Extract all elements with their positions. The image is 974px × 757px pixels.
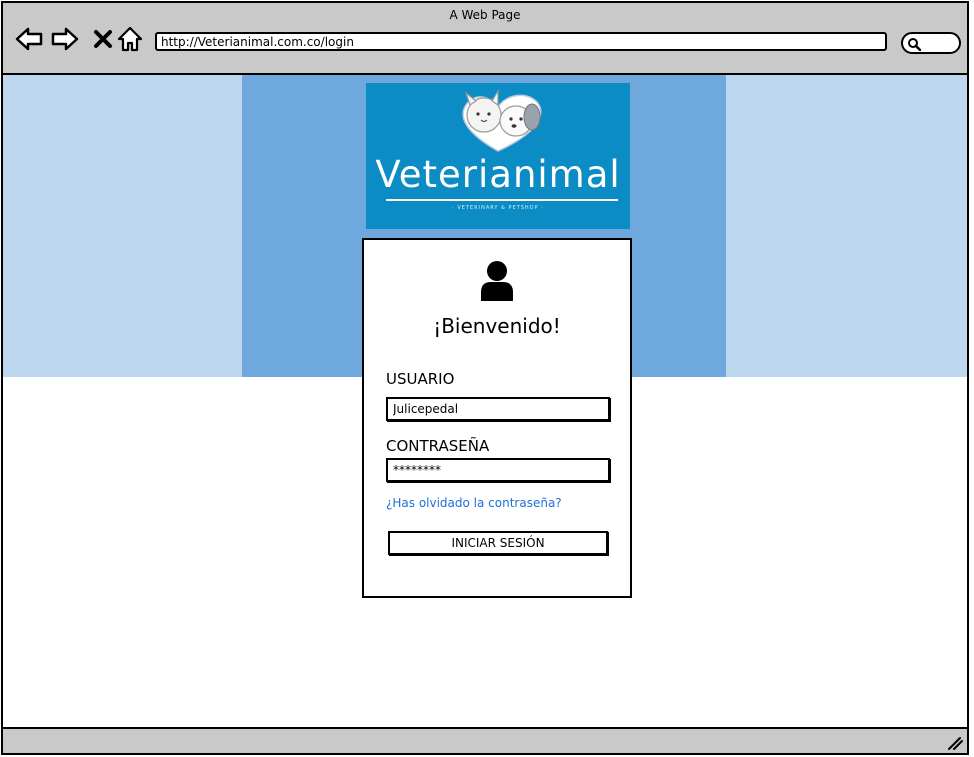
url-bar[interactable] (155, 32, 887, 51)
logo-tagline: · VETERINARY & PETSHOP · (452, 205, 544, 211)
logo-wordmark: Veterianimal (375, 153, 621, 196)
forward-arrow-icon[interactable] (51, 25, 79, 53)
welcome-heading: ¡Bienvenido! (433, 314, 561, 338)
username-input[interactable] (386, 397, 610, 421)
window-title: A Web Page (449, 8, 521, 22)
pets-heart-icon (462, 88, 542, 152)
veterianimal-logo: Veterianimal · VETERINARY & PETSHOP · (366, 83, 630, 229)
page-content: Veterianimal · VETERINARY & PETSHOP · ¡B… (3, 75, 967, 727)
password-label: CONTRASEÑA (386, 437, 490, 455)
password-input[interactable] (386, 458, 610, 482)
close-icon[interactable] (89, 25, 117, 53)
browser-titlebar: A Web Page (3, 3, 967, 75)
user-icon (481, 261, 513, 301)
resize-handle-icon[interactable] (947, 736, 963, 750)
logo-underline (386, 199, 618, 201)
username-label: USUARIO (386, 370, 455, 388)
browser-statusbar (3, 727, 967, 753)
forgot-password-link[interactable]: ¿Has olvidado la contraseña? (386, 496, 562, 510)
back-arrow-icon[interactable] (15, 25, 43, 53)
login-submit-button[interactable]: INICIAR SESIÓN (388, 531, 608, 555)
login-card: ¡Bienvenido! USUARIO CONTRASEÑA ¿Has olv… (362, 238, 632, 598)
search-icon (908, 38, 921, 51)
browser-window: A Web Page http://Veterianimal.com.co/lo… (1, 1, 969, 755)
home-icon[interactable] (116, 25, 144, 53)
browser-search-box[interactable] (901, 32, 961, 54)
